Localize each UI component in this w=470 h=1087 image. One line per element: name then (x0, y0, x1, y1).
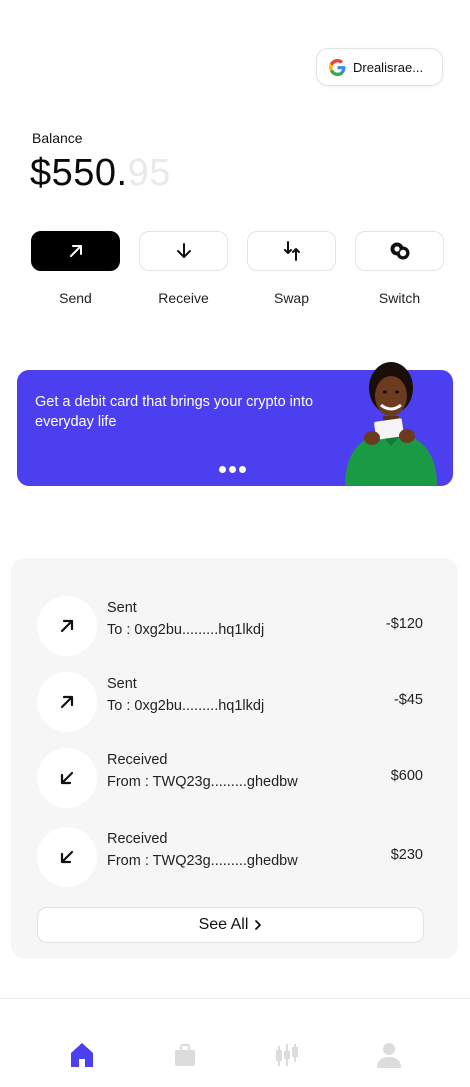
arrow-up-right-icon (69, 245, 82, 257)
home-icon (71, 1043, 93, 1067)
nav-profile[interactable] (376, 1040, 402, 1070)
balance-cents: 95 (127, 152, 171, 194)
promo-person-image (345, 362, 437, 486)
transaction-icon (37, 827, 97, 887)
transaction-amount: $600 (390, 768, 423, 784)
transaction-amount: $230 (390, 847, 423, 863)
swap-button[interactable] (247, 231, 336, 271)
briefcase-icon (175, 1043, 195, 1066)
nav-home[interactable] (69, 1040, 95, 1070)
switch-action[interactable]: Switch (355, 231, 444, 311)
switch-icon (390, 242, 409, 260)
transaction-type: Sent (107, 600, 137, 616)
carousel-dot[interactable] (239, 466, 246, 473)
transaction-amount: -$45 (393, 692, 423, 708)
transaction-address: From : TWQ23g.........ghedbw (107, 853, 298, 869)
promo-text: Get a debit card that brings your crypto… (35, 394, 314, 430)
transaction-address: To : 0xg2bu.........hq1lkdj (107, 622, 265, 638)
transaction-address: To : 0xg2bu.........hq1lkdj (107, 698, 265, 714)
candlestick-icon (276, 1044, 298, 1066)
transaction-row[interactable]: Received From : TWQ23g.........ghedbw $2… (37, 827, 432, 887)
bottom-nav-divider (0, 998, 470, 999)
transaction-icon (37, 672, 97, 732)
chevron-right-icon (255, 920, 262, 930)
send-label: Send (59, 290, 92, 306)
transaction-row[interactable]: Sent To : 0xg2bu.........hq1lkdj -$120 (37, 596, 432, 656)
receive-action[interactable]: Receive (139, 231, 228, 311)
transaction-amount: -$120 (385, 616, 423, 632)
transaction-type: Received (107, 831, 168, 847)
carousel-dot[interactable] (229, 466, 236, 473)
arrow-up-right-icon (60, 619, 74, 633)
see-all-label: See All (198, 916, 249, 933)
send-action[interactable]: Send (31, 231, 120, 311)
receive-label: Receive (158, 290, 209, 306)
transaction-icon (37, 748, 97, 808)
arrow-down-left-icon (60, 850, 74, 864)
carousel-dot[interactable] (219, 466, 226, 473)
transaction-type: Received (107, 752, 168, 768)
quick-actions: Send Receive Swap Switch (31, 231, 444, 311)
google-icon (329, 58, 346, 76)
nav-markets[interactable] (274, 1040, 300, 1070)
user-icon (377, 1043, 401, 1068)
receive-button[interactable] (139, 231, 228, 271)
account-name: Drealisrae... (353, 59, 424, 75)
carousel-indicator[interactable] (219, 466, 246, 473)
transaction-address: From : TWQ23g.........ghedbw (107, 774, 298, 790)
arrow-down-icon (176, 243, 191, 258)
balance-label: Balance (32, 130, 83, 146)
balance-amount: $550.95 (30, 152, 171, 195)
arrow-down-left-icon (60, 771, 74, 785)
swap-icon (283, 241, 300, 261)
transaction-type: Sent (107, 676, 137, 692)
balance-whole: $550. (30, 152, 128, 194)
transactions-panel: Sent To : 0xg2bu.........hq1lkdj -$120 S… (11, 558, 458, 959)
send-button[interactable] (31, 231, 120, 271)
promo-banner[interactable]: Get a debit card that brings your crypto… (17, 362, 453, 486)
switch-label: Switch (378, 290, 421, 306)
switch-button[interactable] (355, 231, 444, 271)
nav-wallet[interactable] (172, 1040, 198, 1070)
account-switcher[interactable]: Drealisrae... (316, 48, 443, 86)
transaction-row[interactable]: Sent To : 0xg2bu.........hq1lkdj -$45 (37, 672, 432, 732)
see-all-button[interactable]: See All (37, 907, 424, 943)
transaction-icon (37, 596, 97, 656)
swap-label: Swap (273, 290, 310, 306)
arrow-up-right-icon (60, 695, 74, 709)
swap-action[interactable]: Swap (247, 231, 336, 311)
transaction-row[interactable]: Received From : TWQ23g.........ghedbw $6… (37, 748, 432, 808)
